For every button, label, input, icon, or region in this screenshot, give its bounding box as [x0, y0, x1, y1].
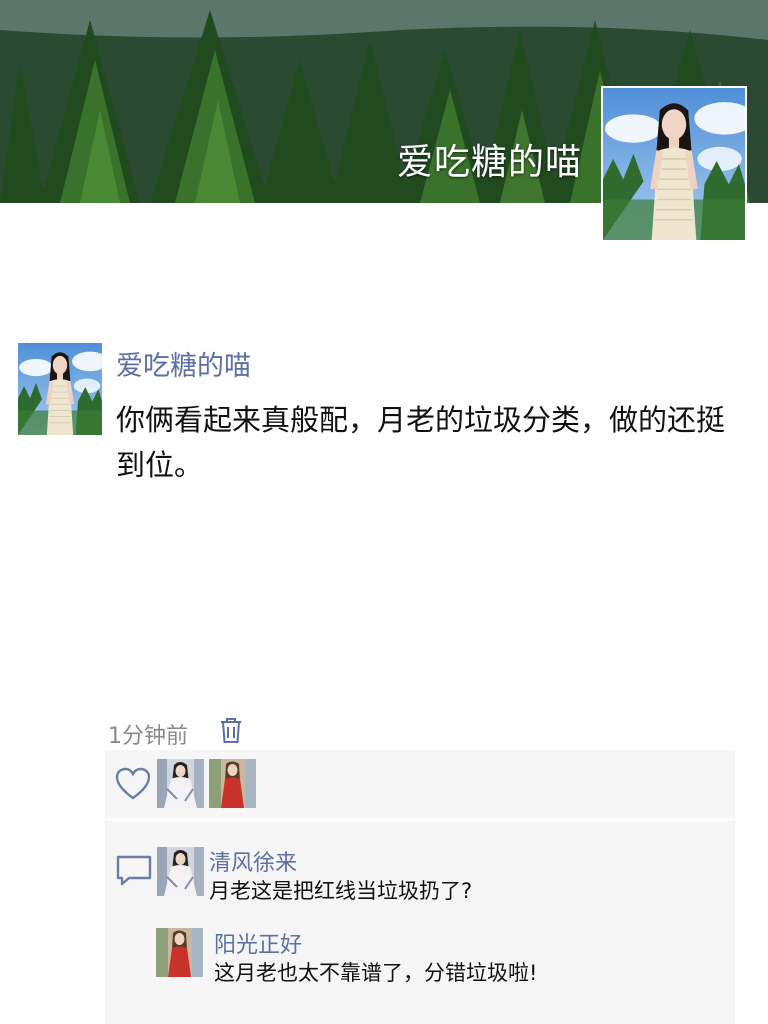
comment-author[interactable]: 清风徐来 [209, 845, 297, 877]
post-author-name[interactable]: 爱吃糖的喵 [116, 344, 251, 383]
trash-icon[interactable] [219, 716, 243, 744]
post-author-avatar[interactable] [18, 343, 102, 435]
comment-icon[interactable] [113, 849, 155, 891]
comment-author[interactable]: 阳光正好 [214, 927, 302, 959]
comment-avatar[interactable] [156, 928, 203, 977]
like-avatar[interactable] [209, 759, 256, 808]
comments-panel: 清风徐来 月老这是把红线当垃圾扔了? 阳光正好 这月老也太不靠谱了，分错垃圾啦! [105, 821, 735, 1024]
comment-text[interactable]: 月老这是把红线当垃圾扔了? [209, 875, 472, 905]
post-content: 你俩看起来真般配，月老的垃圾分类，做的还挺到位。 [116, 403, 726, 482]
post-timestamp: 1分钟前 [108, 724, 188, 749]
comment-text[interactable]: 这月老也太不靠谱了，分错垃圾啦! [214, 957, 537, 987]
like-avatar[interactable] [157, 759, 204, 808]
likes-panel [105, 750, 735, 818]
cover-username[interactable]: 爱吃糖的喵 [397, 133, 582, 185]
avatar-image [603, 88, 745, 240]
heart-icon[interactable] [115, 767, 151, 801]
profile-avatar[interactable] [601, 86, 747, 242]
comment-avatar[interactable] [157, 847, 204, 896]
